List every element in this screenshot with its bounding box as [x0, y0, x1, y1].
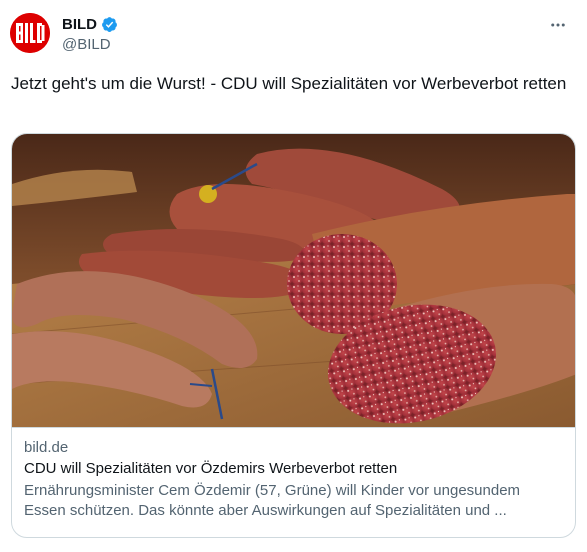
account-handle[interactable]: @BILD [62, 36, 118, 53]
account-names: BILD @BILD [62, 14, 118, 53]
card-title: CDU will Spezialitäten vor Özdemirs Werb… [24, 460, 398, 477]
link-preview-card[interactable]: bild.de CDU will Spezialitäten vor Özdem… [11, 133, 576, 538]
more-options-button[interactable] [547, 14, 569, 36]
tweet-header: BILD @BILD [10, 10, 577, 58]
card-image[interactable] [12, 134, 575, 428]
tweet-text: Jetzt geht's um die Wurst! - CDU will Sp… [11, 74, 567, 93]
card-body: bild.de CDU will Spezialitäten vor Özdem… [12, 428, 575, 531]
card-domain: bild.de [24, 439, 69, 456]
display-name[interactable]: BILD [62, 16, 97, 33]
display-name-row: BILD [62, 14, 118, 34]
more-horizontal-icon [551, 23, 565, 27]
verified-badge-icon [101, 16, 118, 33]
card-description: Ernährungsminister Cem Özdemir (57, Grün… [24, 482, 521, 519]
bild-logo-icon [10, 13, 50, 53]
sausages-photo [12, 134, 575, 427]
avatar[interactable] [10, 13, 50, 53]
